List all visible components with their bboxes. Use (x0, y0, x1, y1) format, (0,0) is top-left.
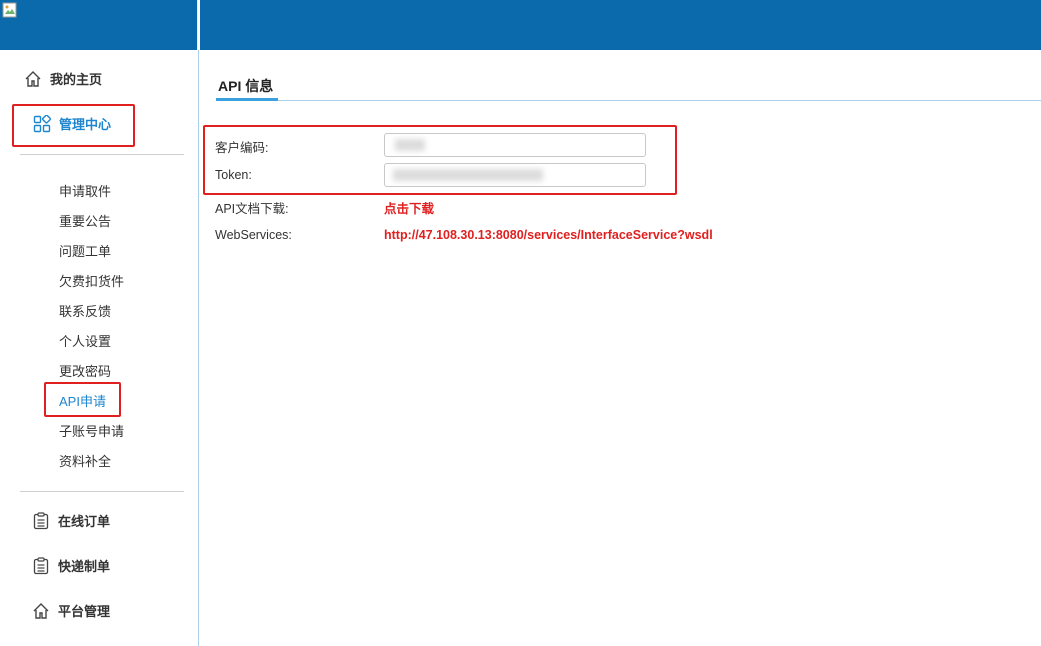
home-icon (33, 602, 49, 619)
tab-rule (216, 100, 1041, 101)
top-bar (200, 0, 1041, 50)
webservices-url-link[interactable]: http://47.108.30.13:8080/services/Interf… (384, 228, 713, 242)
sub-item-subaccount[interactable]: 子账号申请 (59, 421, 124, 440)
logo-area (0, 0, 198, 50)
divider (20, 154, 184, 155)
main-content: API 信息 客户编码: Token: API文档下载: 点击下载 WebSer… (200, 50, 1041, 646)
nav-online-order-label: 在线订单 (58, 514, 111, 529)
divider (20, 491, 184, 492)
sub-item-feedback[interactable]: 联系反馈 (59, 301, 111, 320)
tab-active-indicator (216, 98, 278, 101)
sub-item-announcements[interactable]: 重要公告 (59, 211, 111, 230)
sub-item-tickets[interactable]: 问题工单 (59, 241, 111, 260)
nav-home-label: 我的主页 (50, 72, 103, 87)
nav-express-label: 快递制单 (58, 559, 111, 574)
nav-home[interactable]: 我的主页 (24, 69, 102, 88)
home-icon (25, 70, 41, 87)
clipboard-icon (33, 556, 49, 574)
nav-express[interactable]: 快递制单 (32, 556, 110, 575)
sub-item-change-password[interactable]: 更改密码 (59, 361, 111, 380)
sub-item-personal-settings[interactable]: 个人设置 (59, 331, 111, 350)
highlight-box-api (44, 382, 121, 417)
highlight-box-credentials (203, 125, 677, 195)
sub-item-complete-info[interactable]: 资料补全 (59, 451, 111, 470)
api-doc-label: API文档下载: (215, 202, 289, 216)
sub-item-pickup-request[interactable]: 申请取件 (59, 181, 111, 200)
highlight-box-manage (12, 104, 135, 147)
clipboard-icon (33, 511, 49, 529)
sub-item-arrears[interactable]: 欠费扣货件 (59, 271, 124, 290)
nav-platform[interactable]: 平台管理 (32, 601, 110, 620)
nav-online-order[interactable]: 在线订单 (32, 511, 110, 530)
sidebar: 我的主页 管理中心 申请取件 重要公告 问题工单 欠费扣货件 联系反馈 个人设置… (0, 50, 199, 646)
tab-api-info[interactable]: API 信息 (218, 76, 273, 96)
broken-image-icon (2, 2, 17, 18)
webservices-label: WebServices: (215, 228, 292, 242)
nav-platform-label: 平台管理 (58, 604, 111, 619)
api-doc-download-link[interactable]: 点击下载 (384, 198, 434, 217)
